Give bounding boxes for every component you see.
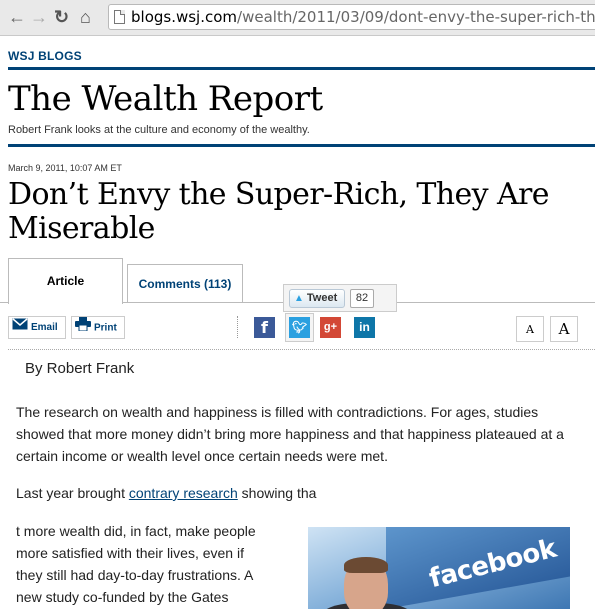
paragraph-3-line: new study co-funded by the Gates [16,589,229,605]
blog-tagline: Robert Frank looks at the culture and ec… [8,124,310,136]
toolbar-divider [8,349,595,350]
article-paragraph-1: The research on wealth and happiness is … [16,404,564,464]
back-arrow-icon[interactable]: ← [8,8,26,26]
home-icon[interactable]: ⌂ [80,8,91,26]
article-paragraph-3: t more wealth did, in fact, make people … [16,520,296,608]
paragraph-3-line: t more wealth did, in fact, make people [16,523,256,539]
share-divider [237,316,238,338]
tweet-widget: ▲ Tweet 82 [283,284,397,312]
article-paragraph-2: Last year brought contrary research show… [16,482,576,504]
tab-article[interactable]: Article [8,258,123,304]
reload-icon[interactable]: ↻ [54,8,69,26]
decrease-font-button[interactable]: A [516,316,544,342]
print-button[interactable]: Print [71,316,125,339]
article-headline: Don’t Envy the Super-Rich, They Are Mise… [8,177,550,246]
blog-title[interactable]: The Wealth Report [8,79,323,119]
url-host: blogs.wsj.com [131,8,238,26]
email-button[interactable]: Email [8,316,66,339]
paragraph-3-line: more satisfied with their lives, even if [16,545,244,561]
twitter-bird-icon: ▲ [294,293,304,304]
address-bar[interactable]: blogs.wsj.com/wealth/2011/03/09/dont-env… [108,4,595,30]
increase-font-button[interactable]: A [550,316,578,342]
tweet-label: Tweet [306,292,338,304]
printer-icon [75,317,91,339]
browser-toolbar: ← → ↻ ⌂ blogs.wsj.com/wealth/2011/03/09/… [0,0,595,36]
paragraph-2-text-end: showing tha [237,485,317,501]
tweet-button[interactable]: ▲ Tweet [289,289,345,308]
forward-arrow-icon[interactable]: → [30,8,48,26]
tab-comments[interactable]: Comments (113) [127,264,243,302]
tweet-count: 82 [350,289,374,308]
google-plus-icon[interactable]: g+ [320,317,341,338]
print-label: Print [94,322,117,334]
paragraph-3-line: they still had day-to-day frustrations. … [16,567,254,583]
wsj-blogs-link[interactable]: WSJ BLOGS [8,49,82,63]
page-icon [114,10,125,24]
envelope-icon [12,317,28,338]
email-label: Email [31,322,58,334]
linkedin-icon[interactable]: in [354,317,375,338]
article-dateline: March 9, 2011, 10:07 AM ET [8,163,122,173]
facebook-icon[interactable]: f [254,317,275,338]
contrary-research-link[interactable]: contrary research [129,485,238,501]
photo-person-hair [344,557,388,573]
masthead-rule [8,144,595,147]
paragraph-2-text-start: Last year brought [16,485,129,501]
article-byline: By Robert Frank [25,360,135,377]
url-path: /wealth/2011/03/09/dont-envy-the-super-r… [237,8,595,26]
article-photo: facebook [308,527,570,609]
twitter-icon[interactable]: 🐦︎ [289,317,310,338]
header-rule [8,67,595,70]
